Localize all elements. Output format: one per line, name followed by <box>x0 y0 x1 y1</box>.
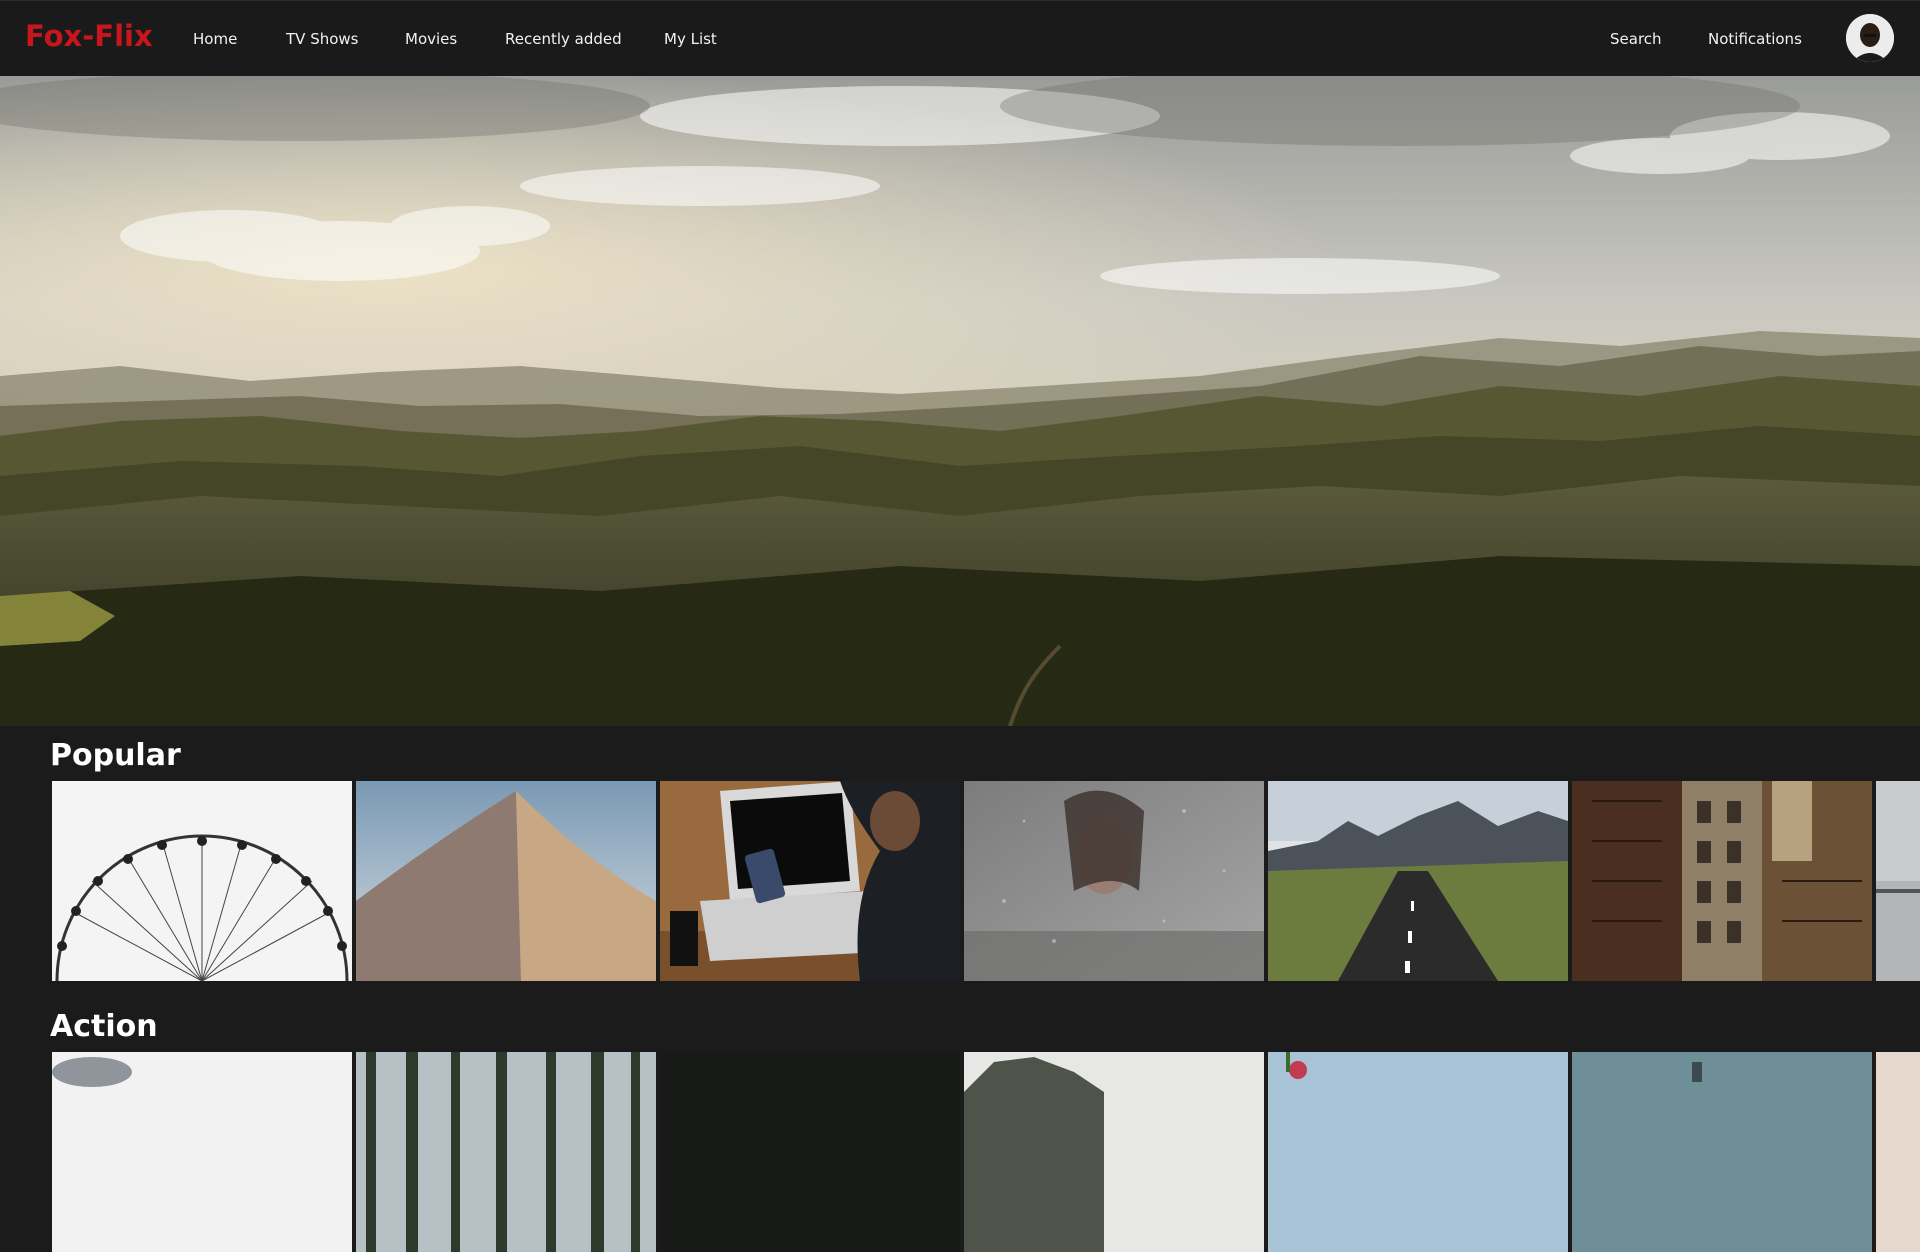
nav-movies[interactable]: Movies <box>405 30 457 48</box>
laptop-phone-image <box>660 781 960 981</box>
main-nav: Home TV Shows Movies Recently added My L… <box>0 1 1920 77</box>
fire-escape-image <box>1572 781 1872 981</box>
top-nav-bar: Fox-Flix Home TV Shows Movies Recently a… <box>0 0 1920 76</box>
action-row <box>52 1052 1920 1252</box>
popular-tile-pier[interactable] <box>1876 781 1920 981</box>
sand-dune-image <box>356 781 656 981</box>
section-title-popular: Popular <box>50 738 181 773</box>
section-title-action: Action <box>50 1009 158 1044</box>
ferris-wheel-image <box>52 781 352 981</box>
partial-tile-image <box>1876 1052 1920 1252</box>
nav-tv-shows[interactable]: TV Shows <box>286 30 358 48</box>
action-tile-flowers[interactable] <box>1268 1052 1568 1252</box>
popular-tile-sand-dune[interactable] <box>356 781 656 981</box>
user-avatar[interactable] <box>1846 14 1894 62</box>
dark-scene-image <box>660 1052 960 1252</box>
forest-image <box>356 1052 656 1252</box>
popular-tile-ferris-wheel[interactable] <box>52 781 352 981</box>
action-tile-rocky-hill[interactable] <box>964 1052 1264 1252</box>
sky-white-image <box>52 1052 352 1252</box>
action-tile-teal-sky[interactable] <box>1572 1052 1872 1252</box>
popular-tile-road-mountains[interactable] <box>1268 781 1568 981</box>
rocky-hill-image <box>964 1052 1264 1252</box>
nav-search[interactable]: Search <box>1610 30 1662 48</box>
pier-image <box>1876 781 1920 981</box>
landscape-image <box>0 76 1920 726</box>
popular-tile-buildings[interactable] <box>1572 781 1872 981</box>
road-mountains-image <box>1268 781 1568 981</box>
action-tile-sky[interactable] <box>52 1052 352 1252</box>
hero-banner[interactable] <box>0 76 1920 726</box>
action-tile-partial[interactable] <box>1876 1052 1920 1252</box>
action-tile-dark[interactable] <box>660 1052 960 1252</box>
popular-tile-woman-rain[interactable] <box>964 781 1264 981</box>
popular-tile-laptop[interactable] <box>660 781 960 981</box>
nav-recently-added[interactable]: Recently added <box>505 30 622 48</box>
nav-home[interactable]: Home <box>193 30 237 48</box>
flowers-sky-image <box>1268 1052 1568 1252</box>
popular-row <box>52 781 1920 981</box>
nav-my-list[interactable]: My List <box>664 30 717 48</box>
woman-rain-image <box>964 781 1264 981</box>
action-tile-forest[interactable] <box>356 1052 656 1252</box>
teal-sky-image <box>1572 1052 1872 1252</box>
nav-notifications[interactable]: Notifications <box>1708 30 1802 48</box>
